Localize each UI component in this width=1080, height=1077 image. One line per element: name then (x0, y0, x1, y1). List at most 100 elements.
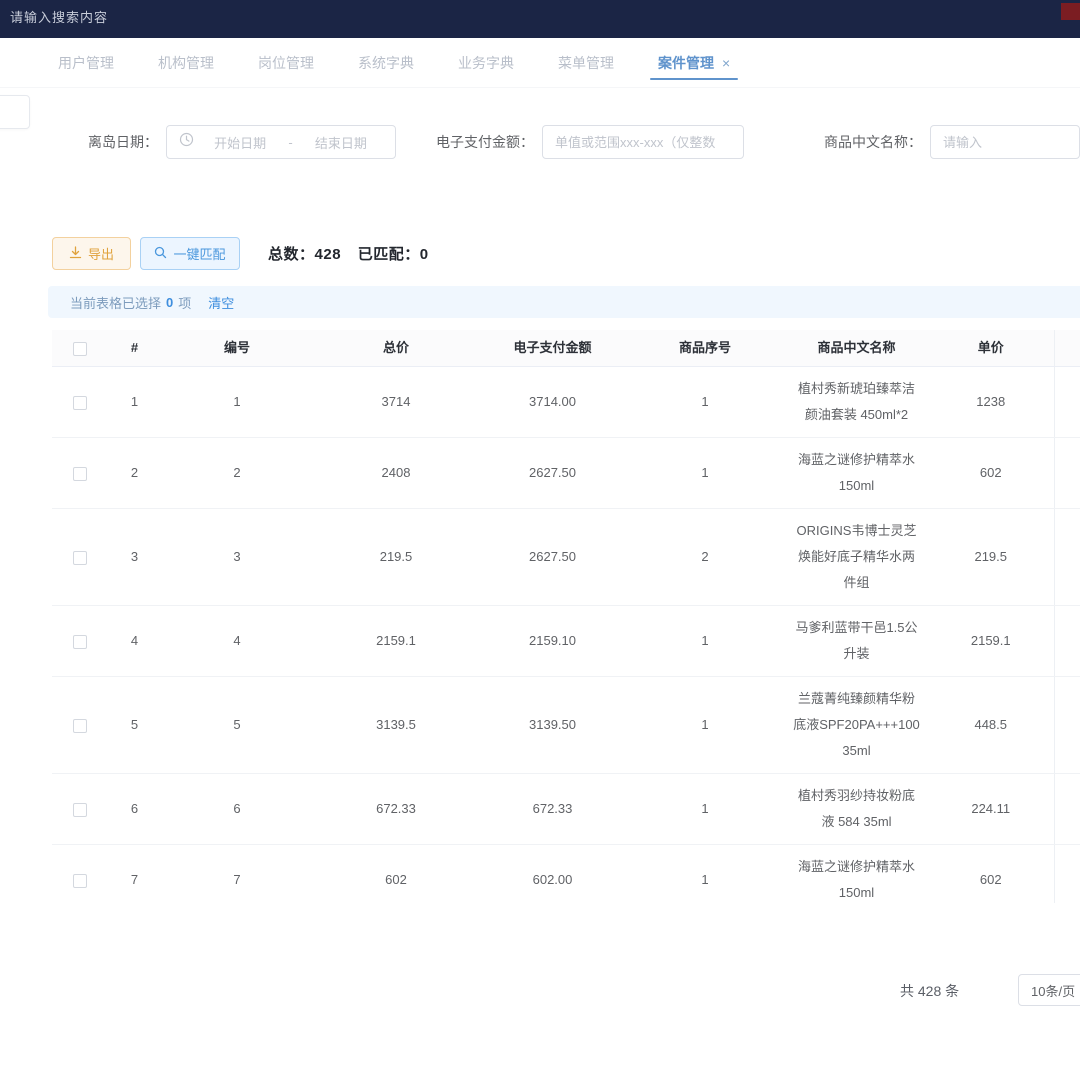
cell-total: 2159.1 (312, 606, 480, 677)
cell-code: 5 (162, 677, 312, 774)
tab-menu-management[interactable]: 菜单管理 (558, 38, 614, 87)
top-navbar: 请输入搜索内容 (0, 0, 1080, 38)
clear-selection-link[interactable]: 清空 (208, 293, 234, 312)
tab-business-dict[interactable]: 业务字典 (458, 38, 514, 87)
epayment-amount-label: 电子支付金额： (436, 132, 534, 152)
open-tabs-bar: 用户管理 机构管理 岗位管理 系统字典 业务字典 菜单管理 案件管理 × (0, 38, 1080, 88)
cell-total: 3714 (312, 367, 480, 438)
cell-unit: 602 (928, 438, 1054, 509)
results-table: # 编号 总价 电子支付金额 商品序号 商品中文名称 单价 1 1 3714 3… (52, 330, 1080, 903)
match-button-label: 一键匹配 (173, 244, 225, 263)
table-header-row: # 编号 总价 电子支付金额 商品序号 商品中文名称 单价 (52, 330, 1080, 367)
tab-label: 岗位管理 (258, 53, 314, 73)
cell-seq: 2 (625, 509, 785, 606)
cell-clipped (1054, 367, 1080, 438)
row-checkbox[interactable] (73, 719, 87, 733)
cell-unit: 448.5 (928, 677, 1054, 774)
table-row: 3 3 219.5 2627.50 2 ORIGINS韦博士灵芝焕能好底子精华水… (52, 509, 1080, 606)
cell-index: 2 (107, 438, 162, 509)
row-checkbox[interactable] (73, 551, 87, 565)
cell-total: 2408 (312, 438, 480, 509)
cell-unit: 2159.1 (928, 606, 1054, 677)
tab-org-management[interactable]: 机构管理 (158, 38, 214, 87)
start-date-placeholder[interactable]: 开始日期 (198, 133, 282, 152)
table-row: 7 7 602 602.00 1 海蓝之谜修护精萃水 150ml 602 (52, 845, 1080, 904)
selection-prefix: 当前表格已选择 (70, 293, 161, 312)
depart-date-label: 离岛日期： (88, 132, 158, 152)
cell-code: 1 (162, 367, 312, 438)
cell-clipped (1054, 606, 1080, 677)
row-checkbox[interactable] (73, 396, 87, 410)
case-management-screen: 请输入搜索内容 用户管理 机构管理 岗位管理 系统字典 业务字典 菜单管理 案件… (0, 0, 1080, 1077)
tab-close-icon[interactable]: × (722, 55, 730, 71)
row-checkbox[interactable] (73, 874, 87, 888)
row-checkbox[interactable] (73, 467, 87, 481)
page-size-select[interactable]: 10条/页 (1018, 974, 1080, 1006)
table-row: 2 2 2408 2627.50 1 海蓝之谜修护精萃水 150ml 602 (52, 438, 1080, 509)
selection-suffix: 项 (178, 293, 191, 312)
end-date-placeholder[interactable]: 结束日期 (299, 133, 383, 152)
cell-clipped (1054, 774, 1080, 845)
download-icon (69, 246, 82, 262)
row-checkbox[interactable] (73, 635, 87, 649)
product-name-label: 商品中文名称： (824, 132, 922, 152)
matched-label: 已匹配： (358, 246, 420, 263)
cell-clipped (1054, 677, 1080, 774)
cell-code: 3 (162, 509, 312, 606)
global-search-input[interactable]: 请输入搜索内容 (0, 0, 108, 26)
row-checkbox[interactable] (73, 803, 87, 817)
cell-seq: 1 (625, 367, 785, 438)
cell-name: 植村秀新琥珀臻萃洁颜油套装 450ml*2 (785, 367, 928, 438)
col-seq: 商品序号 (625, 330, 785, 367)
date-range-separator: - (282, 135, 298, 150)
cell-unit: 219.5 (928, 509, 1054, 606)
cell-unit: 1238 (928, 367, 1054, 438)
clipped-left-panel (0, 95, 30, 129)
tab-label: 业务字典 (458, 53, 514, 73)
cell-unit: 602 (928, 845, 1054, 904)
cell-code: 4 (162, 606, 312, 677)
col-index: # (107, 330, 162, 367)
col-clipped (1054, 330, 1080, 367)
cell-seq: 1 (625, 774, 785, 845)
action-toolbar: 导出 一键匹配 总数：428 已匹配：0 (0, 237, 1080, 270)
tab-label: 机构管理 (158, 53, 214, 73)
filter-bar: 离岛日期： 开始日期 - 结束日期 电子支付金额： 商品中文名称： (0, 125, 1080, 159)
depart-date-range-picker[interactable]: 开始日期 - 结束日期 (166, 125, 396, 159)
cell-index: 7 (107, 845, 162, 904)
topbar-corner-badge (1061, 3, 1080, 20)
cell-total: 672.33 (312, 774, 480, 845)
tab-case-management[interactable]: 案件管理 × (658, 38, 730, 87)
pagination-bar: 共 428 条 10条/页 (0, 974, 1080, 1008)
col-payment: 电子支付金额 (480, 330, 625, 367)
cell-payment: 2159.10 (480, 606, 625, 677)
col-total: 总价 (312, 330, 480, 367)
export-button-label: 导出 (88, 244, 114, 263)
tab-user-management[interactable]: 用户管理 (58, 38, 114, 87)
cell-name: 马爹利蓝带干邑1.5公升装 (785, 606, 928, 677)
select-all-checkbox[interactable] (73, 342, 87, 356)
tab-system-dict[interactable]: 系统字典 (358, 38, 414, 87)
cell-payment: 2627.50 (480, 438, 625, 509)
tab-label: 系统字典 (358, 53, 414, 73)
col-unit: 单价 (928, 330, 1054, 367)
one-click-match-button[interactable]: 一键匹配 (140, 237, 240, 270)
product-name-input[interactable] (930, 125, 1080, 159)
epayment-amount-input[interactable] (542, 125, 744, 159)
page-size-value: 10条/页 (1031, 981, 1075, 1000)
tab-post-management[interactable]: 岗位管理 (258, 38, 314, 87)
export-button[interactable]: 导出 (52, 237, 131, 270)
cell-index: 4 (107, 606, 162, 677)
cell-clipped (1054, 438, 1080, 509)
cell-name: 植村秀羽纱持妆粉底液 584 35ml (785, 774, 928, 845)
cell-payment: 672.33 (480, 774, 625, 845)
cell-name: 海蓝之谜修护精萃水 150ml (785, 438, 928, 509)
cell-clipped (1054, 845, 1080, 904)
cell-index: 1 (107, 367, 162, 438)
cell-payment: 2627.50 (480, 509, 625, 606)
cell-name: ORIGINS韦博士灵芝焕能好底子精华水两件组 (785, 509, 928, 606)
cell-clipped (1054, 509, 1080, 606)
cell-seq: 1 (625, 606, 785, 677)
match-statistics: 总数：428 已匹配：0 (268, 243, 429, 264)
tab-label: 用户管理 (58, 53, 114, 73)
